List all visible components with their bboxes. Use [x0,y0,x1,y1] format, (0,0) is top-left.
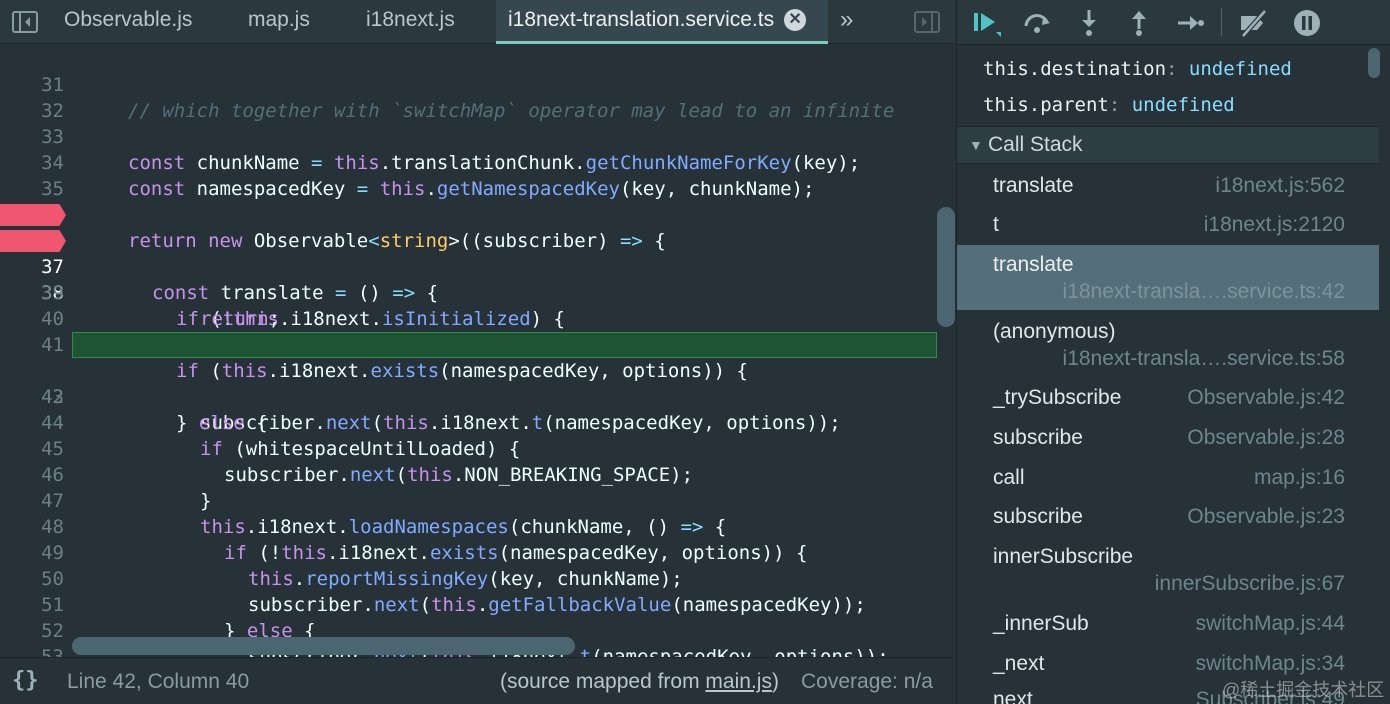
code-line: 35 [0,150,955,200]
code-line: 40 } [0,280,955,356]
frame-function: t [993,213,999,236]
tab-i18next-js[interactable]: i18next.js [354,0,467,44]
toggle-navigator-icon[interactable] [12,11,38,33]
frame-location: map.js:16 [1253,466,1345,489]
code-line: 38 if (!this.i18next.isInitialized) { [0,228,955,330]
watermark: @稀土掘金技术社区 [1222,680,1385,700]
code-line: 52 subscriber.next(this.i18next.t(namesp… [0,592,955,657]
toggle-debugger-icon[interactable] [914,11,940,33]
frame-location: Observable.js:23 [1187,505,1345,528]
editor-pane: Observable.js map.js i18next.js i18next-… [0,0,955,704]
frame-function: translate [993,174,1074,197]
call-stack-title: Call Stack [988,133,1083,156]
variable-name: this.destination [983,58,1167,80]
scope-variable[interactable]: this.destination: undefined [983,58,1292,80]
frame-function: call [993,466,1025,489]
code-line: 44 if (whitespaceUntilLoaded) { [0,384,955,460]
call-frame[interactable]: subscribe Observable.js:28 [957,417,1379,457]
step-over-icon[interactable] [1021,8,1053,38]
pause-on-exceptions-icon[interactable] [1291,8,1323,38]
tab-i18next-translation-service[interactable]: i18next-translation.service.ts ✕ [496,0,828,44]
call-frame[interactable]: _trySubscribe Observable.js:42 [957,377,1379,417]
tab-label: i18next-translation.service.ts [508,8,775,31]
pretty-print-icon[interactable]: {} [12,668,39,693]
frame-function: _innerSub [993,612,1089,635]
frame-location: switchMap.js:44 [1195,612,1345,635]
code-line: 51 } else { [0,566,955,642]
variable-value: undefined [1188,58,1292,80]
debugger-toolbar [957,0,1390,45]
code-line: 33 const chunkName = this.translationChu… [0,98,955,174]
step-icon[interactable] [1173,8,1205,38]
step-out-icon[interactable] [1123,8,1155,38]
code-line: 49 this.reportMissingKey(key, chunkName)… [0,514,955,590]
code-line: 48 if (!this.i18next.exists(namespacedKe… [0,488,955,564]
frame-location: switchMap.js:34 [1195,652,1345,675]
source-map-info: (source mapped from main.js) [500,670,779,693]
code-line: 45 subscriber.next(this.NON_BREAKING_SPA… [0,410,955,486]
call-frame[interactable]: subscribe Observable.js:23 [957,497,1379,537]
toolbar-divider [1221,8,1222,36]
call-stack-header[interactable]: ▼ Call Stack [957,126,1379,164]
coverage-status: Coverage: n/a [801,670,933,693]
frame-function: _trySubscribe [993,386,1122,409]
frame-function: (anonymous) [993,320,1116,343]
frame-location: i18next.js:2120 [1203,213,1345,236]
call-frame-selected[interactable]: translate i18next-transla….service.ts:42 [957,245,1379,310]
editor-tab-bar: Observable.js map.js i18next.js i18next-… [0,0,955,44]
frame-location: i18next-transla….service.ts:42 [1062,280,1345,303]
code-line: 39 return; [0,254,955,330]
close-tab-icon[interactable]: ✕ [784,9,807,31]
call-frame[interactable]: (anonymous) i18next-transla….service.ts:… [957,310,1379,377]
cursor-position: Line 42, Column 40 [67,670,250,693]
frame-function: subscribe [993,426,1083,449]
execution-highlight [72,332,937,358]
call-frame[interactable]: t i18next.js:2120 [957,205,1379,245]
call-frame[interactable]: innerSubscribe innerSubscribe.js:67 [957,537,1379,603]
frame-location: Observable.js:42 [1187,386,1345,409]
code-line: 43 } else { [0,358,955,434]
call-frame[interactable]: _innerSub switchMap.js:44 [957,603,1379,643]
code-line: 50 subscriber.next(this.getFallbackValue… [0,540,955,616]
variable-name: this.parent [983,94,1109,116]
vertical-scrollbar[interactable] [937,207,955,327]
more-tabs-icon[interactable]: » [840,6,853,34]
code-line: 31 // which together with `switchMap` op… [0,46,955,122]
tab-map-js[interactable]: map.js [236,0,322,44]
call-frame[interactable]: translate i18next.js:562 [957,165,1379,205]
frame-function: _next [993,652,1045,675]
frame-location: i18next.js:562 [1215,174,1345,197]
scope-variable[interactable]: this.parent: undefined [983,94,1235,116]
frame-function: innerSubscribe [993,545,1134,568]
frame-location: innerSubscribe.js:67 [1154,572,1345,595]
code-editor[interactable]: 31 // which together with `switchMap` op… [0,45,955,657]
expand-triangle-icon: ▼ [969,137,983,153]
code-line: 47 this.i18next.loadNamespaces(chunkName… [0,462,955,538]
resume-icon[interactable] [971,8,1003,38]
deactivate-breakpoints-icon[interactable] [1237,8,1269,38]
variable-value: undefined [1131,94,1235,116]
code-line: 32 [0,72,955,122]
breakpoint-marker[interactable] [0,230,66,252]
scope-scrollbar[interactable] [1368,48,1380,78]
code-line: 37 const translate = () => { [0,202,955,304]
code-line: 36 return new Observable<string>((subscr… [0,176,955,252]
breakpoint-marker[interactable] [0,204,66,226]
editor-status-bar: {} Line 42, Column 40 (source mapped fro… [0,657,955,704]
frame-location: i18next-transla….service.ts:58 [1062,347,1345,370]
step-into-icon[interactable] [1073,8,1105,38]
source-map-link[interactable]: main.js [705,670,772,693]
current-execution-line: 42 subscriber.next(this.i18next.t(namesp… [0,332,955,434]
code-line: 34 const namespacedKey = this.getNamespa… [0,124,955,200]
tab-observable-js[interactable]: Observable.js [52,0,204,44]
frame-function: next [993,688,1033,704]
frame-function: translate [993,253,1074,276]
call-frame[interactable]: call map.js:16 [957,457,1379,497]
code-line: 41 if (this.i18next.exists(namespacedKey… [0,306,955,382]
frame-location: Observable.js:28 [1187,426,1345,449]
code-line: 46 } [0,436,955,512]
frame-function: subscribe [993,505,1083,528]
debugger-sidebar: this.destination: undefined this.parent:… [956,0,1390,704]
horizontal-scrollbar[interactable] [72,637,575,655]
